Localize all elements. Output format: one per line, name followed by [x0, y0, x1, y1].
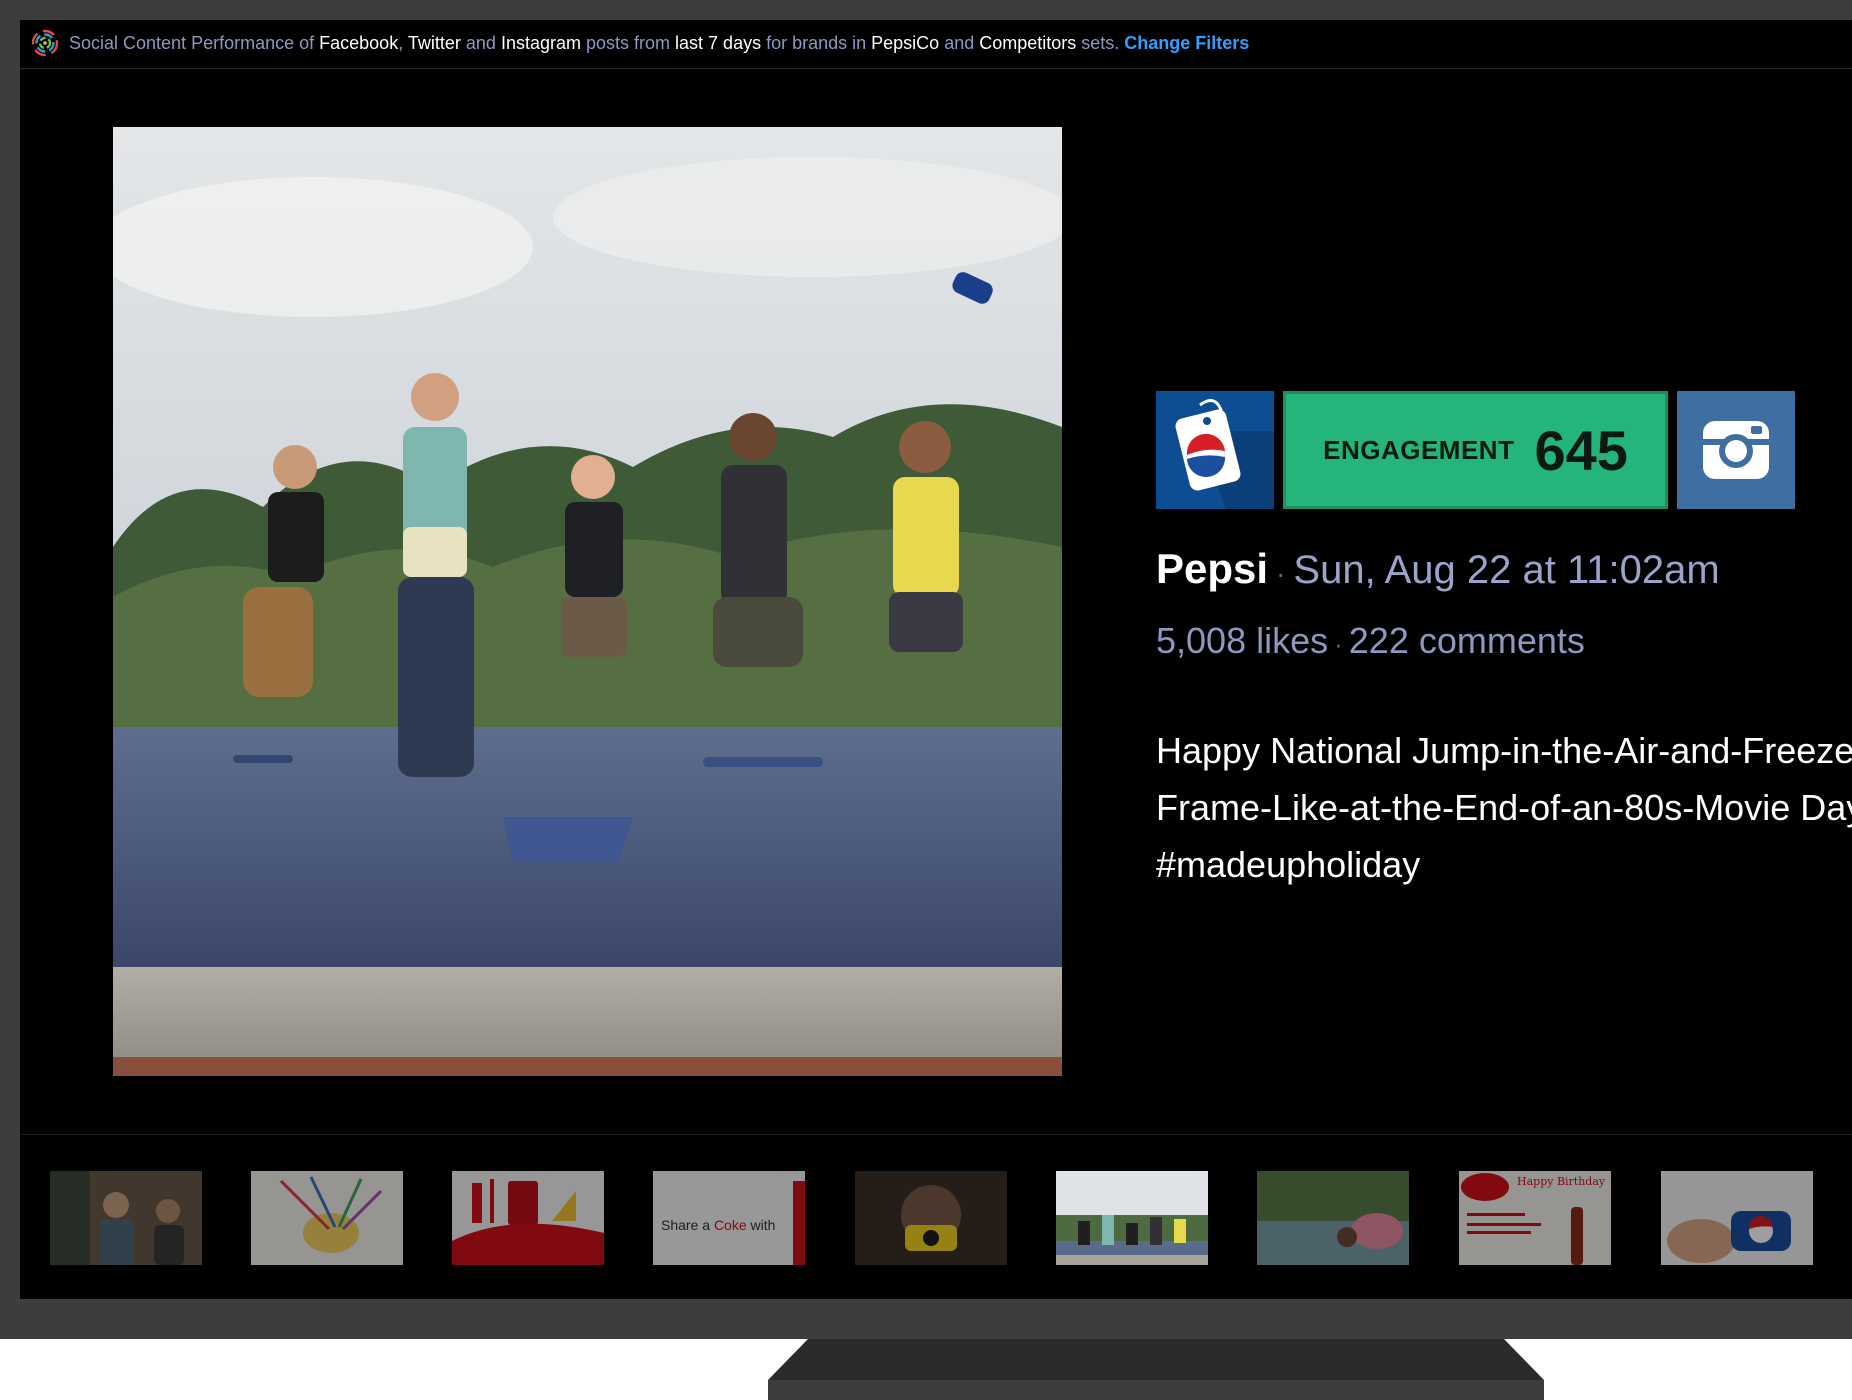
tv-screen: Social Content Performance of Facebook, … [20, 20, 1852, 1299]
meta-separator: · [1276, 558, 1286, 589]
stats-separator: · [1334, 629, 1343, 659]
filter-suffix: sets. [1076, 33, 1125, 53]
pepsi-logo-icon [1156, 391, 1274, 509]
filter-summary: Social Content Performance of Facebook, … [69, 33, 1249, 54]
thumbnail-item[interactable] [452, 1171, 604, 1265]
post-meta: Pepsi · Sun, Aug 22 at 11:02am [1156, 545, 1720, 593]
filter-set-pepsico: PepsiCo [871, 33, 940, 53]
share-suffix: with [746, 1217, 776, 1233]
filter-bar: Social Content Performance of Facebook, … [20, 20, 1852, 69]
thumbnail-item[interactable] [1257, 1171, 1409, 1265]
app-logo-icon [31, 29, 59, 57]
filter-network-instagram: Instagram [500, 33, 581, 53]
post-photo [113, 127, 1062, 1076]
birthday-text: Happy Birthday [1517, 1175, 1606, 1188]
post-timestamp: Sun, Aug 22 at 11:02am [1293, 548, 1720, 592]
instagram-icon [1677, 391, 1795, 509]
share-a-coke-text: Share a Coke with [661, 1217, 775, 1233]
post-caption: Happy National Jump-in-the-Air-and-Freez… [1156, 730, 1852, 885]
post-stats: 5,008 likes · 222 comments [1156, 620, 1585, 662]
thumbnail-item[interactable] [1661, 1171, 1813, 1265]
filter-period: last 7 days [675, 33, 762, 53]
post-brand: Pepsi [1156, 545, 1269, 592]
filter-text-brands-in: for brands in [761, 33, 872, 53]
share-prefix: Share a [661, 1217, 714, 1233]
thumbnail-item[interactable] [50, 1171, 202, 1265]
filter-separator: , [398, 33, 408, 53]
filter-prefix: Social Content Performance of [69, 33, 320, 53]
engagement-value: 645 [1534, 418, 1628, 482]
change-filters-link[interactable]: Change Filters [1124, 33, 1249, 53]
tv-stand-neck [768, 1339, 1544, 1380]
post-likes: 5,008 likes [1156, 620, 1329, 661]
thumbnail-item[interactable] [251, 1171, 403, 1265]
thumbnail-item[interactable] [855, 1171, 1007, 1265]
filter-conjunction: and [939, 33, 980, 53]
post-comments: 222 comments [1348, 620, 1585, 661]
share-brand: Coke [713, 1217, 747, 1233]
filter-network-twitter: Twitter [407, 33, 461, 53]
thumbnail-item[interactable]: Happy Birthday [1459, 1171, 1611, 1265]
thumbnail-item[interactable]: Share a Coke with [653, 1171, 805, 1265]
thumbnail-strip: Share a Coke with Happy Birthday [20, 1134, 1852, 1299]
filter-conjunction: and [460, 33, 501, 53]
filter-set-competitors: Competitors [979, 33, 1077, 53]
engagement-score: ENGAGEMENT 645 [1283, 391, 1668, 509]
engagement-label: ENGAGEMENT [1323, 434, 1515, 465]
filter-network-facebook: Facebook [319, 33, 399, 53]
tv-stand-base [768, 1380, 1544, 1400]
filter-text-posts-from: posts from [581, 33, 676, 53]
thumbnail-item-active[interactable] [1056, 1171, 1208, 1265]
